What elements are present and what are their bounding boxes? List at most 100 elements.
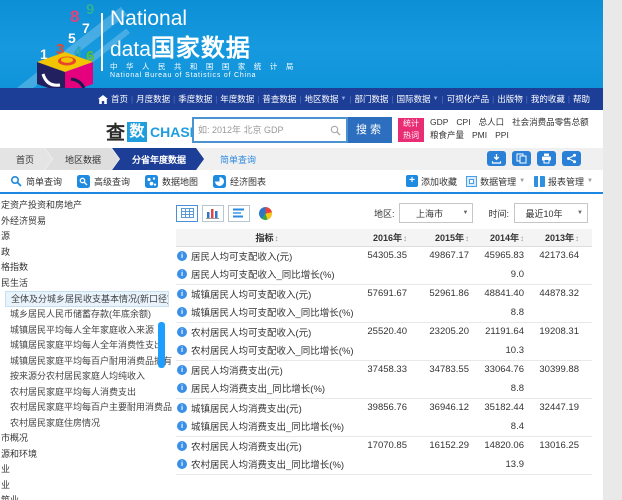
view-table-button[interactable]	[176, 205, 198, 222]
hot-word-link[interactable]: PPI	[495, 129, 509, 142]
sidebar-item[interactable]: 城乡居民人民币储蓄存款(年底余额)	[0, 307, 172, 323]
tab-search[interactable]: 简单查询	[10, 175, 62, 188]
hot-word-link[interactable]: 粮食产量	[430, 129, 464, 142]
table-row: i居民人均可支配收入(元)54305.3549867.1745965.83421…	[176, 246, 592, 265]
sidebar-item[interactable]: 民生活	[0, 276, 172, 292]
info-icon[interactable]: i	[177, 327, 187, 337]
nav-item[interactable]: 月度数据	[136, 93, 170, 105]
nav-item[interactable]: 季度数据	[178, 93, 212, 105]
value-cell	[358, 265, 420, 284]
nav-item[interactable]: 可视化产品	[447, 93, 490, 105]
data-manage-menu[interactable]: 数据管理 ▼	[466, 175, 525, 188]
report-manage-menu[interactable]: 报表管理 ▼	[534, 175, 593, 188]
copy-button[interactable]	[512, 151, 531, 166]
breadcrumb-item[interactable]: 简单查询	[204, 148, 272, 170]
sidebar-item[interactable]: 源和环境	[0, 447, 172, 463]
nav-item[interactable]: 年度数据	[220, 93, 254, 105]
nav-item[interactable]: 出版物	[497, 93, 523, 105]
search-button[interactable]: 搜索	[348, 117, 392, 143]
info-icon[interactable]: i	[177, 345, 187, 355]
indicator: i城镇居民人均可支配收入_同比增长(%)	[176, 305, 358, 319]
sidebar-item[interactable]: 城镇居民家庭平均每人全年消费性支出	[0, 338, 172, 354]
sidebar-item[interactable]: 农村居民家庭平均每百户主要耐用消费品拥有量	[0, 400, 172, 416]
breadcrumb-item[interactable]: 分省年度数据	[112, 148, 204, 170]
sidebar-item[interactable]: 源	[0, 229, 172, 245]
column-header-indicator[interactable]: 指标↕	[176, 229, 358, 246]
indicator-label: 城镇居民人均可支配收入(元)	[191, 287, 311, 301]
column-header-year[interactable]: 2014年↕	[482, 229, 537, 246]
value-cell: 52961.86	[420, 284, 482, 303]
tab-econ-chart[interactable]: 经济图表	[213, 175, 266, 188]
nav-item[interactable]: 我的收藏	[531, 93, 565, 105]
value-cell	[358, 379, 420, 398]
tab-advanced-search[interactable]: 高级查询	[77, 175, 130, 188]
sidebar-item[interactable]: 市概况	[0, 431, 172, 447]
sidebar-item[interactable]: 业	[0, 462, 172, 478]
sidebar-item[interactable]: 按来源分农村居民家庭人均纯收入	[0, 369, 172, 385]
view-pie-chart-button[interactable]	[254, 205, 276, 222]
hot-word-link[interactable]: PMI	[472, 129, 487, 142]
print-button[interactable]	[537, 151, 556, 166]
column-header-year[interactable]: 2015年↕	[420, 229, 482, 246]
download-icon	[491, 153, 502, 164]
search-icon[interactable]	[330, 125, 341, 136]
column-header-year[interactable]: 2016年↕	[358, 229, 420, 246]
hot-word-link[interactable]: 总人口	[479, 116, 505, 129]
download-button[interactable]	[487, 151, 506, 166]
sidebar-item[interactable]: 格指数	[0, 260, 172, 276]
sidebar-item[interactable]: 外经济贸易	[0, 214, 172, 230]
main-navigation: 首页 |月度数据|季度数据|年度数据|普查数据|地区数据▼|部门数据|国际数据▼…	[0, 88, 603, 110]
add-favorite-label: 添加收藏	[421, 175, 457, 188]
view-hbar-chart-button[interactable]	[228, 205, 250, 222]
column-header-year[interactable]: 2013年↕	[537, 229, 592, 246]
region-select[interactable]: 上海市 ▼	[399, 203, 473, 223]
sidebar-item[interactable]: 政	[0, 245, 172, 261]
info-icon[interactable]: i	[177, 421, 187, 431]
breadcrumb-item[interactable]: 首页	[0, 148, 52, 170]
logo-divider	[101, 13, 103, 71]
sidebar-item[interactable]: 农村居民家庭住房情况	[0, 416, 172, 432]
sidebar-item[interactable]: 城镇居民平均每人全年家庭收入来源	[0, 323, 172, 339]
bar-chart-icon	[206, 208, 220, 219]
value-cell: 25520.40	[358, 322, 420, 341]
info-icon[interactable]: i	[177, 251, 187, 261]
sidebar-scrollbar-thumb[interactable]	[158, 322, 165, 368]
info-icon[interactable]: i	[177, 383, 187, 393]
sidebar-item[interactable]: 全体及分城乡居民收支基本情况(新口径)	[5, 291, 169, 307]
share-button[interactable]	[562, 151, 581, 166]
nav-item[interactable]: 地区数据▼	[304, 93, 346, 105]
nav-item[interactable]: 普查数据	[262, 93, 296, 105]
sidebar-item[interactable]: 业	[0, 478, 172, 494]
info-icon[interactable]: i	[177, 459, 187, 469]
info-icon[interactable]: i	[177, 269, 187, 279]
nav-item-label: 我的收藏	[531, 93, 565, 105]
search-input[interactable]	[194, 125, 330, 135]
value-cell	[537, 265, 592, 284]
hot-word-link[interactable]: GDP	[430, 116, 448, 129]
info-icon[interactable]: i	[177, 365, 187, 375]
nav-item[interactable]: 部门数据	[355, 93, 389, 105]
nav-item-home[interactable]: 首页	[98, 93, 128, 105]
indicator-label: 居民人均可支配收入(元)	[191, 249, 292, 263]
info-icon[interactable]: i	[177, 441, 187, 451]
tab-data-map[interactable]: 数据地图	[145, 175, 198, 188]
table-row: i城镇居民人均可支配收入_同比增长(%)8.8	[176, 303, 592, 322]
nav-item[interactable]: 国际数据▼	[397, 93, 439, 105]
sidebar-item[interactable]: 农村居民家庭平均每人消费支出	[0, 385, 172, 401]
info-icon[interactable]: i	[177, 307, 187, 317]
breadcrumb-item[interactable]: 地区数据	[45, 148, 119, 170]
hot-word-link[interactable]: 社会消费品零售总额	[512, 116, 589, 129]
view-bar-chart-button[interactable]	[202, 205, 224, 222]
sidebar-item[interactable]: 定资产投资和房地产	[0, 198, 172, 214]
econ-chart-icon	[213, 175, 226, 188]
hot-word-link[interactable]: CPI	[456, 116, 470, 129]
nav-item[interactable]: 帮助	[573, 93, 590, 105]
sidebar-item[interactable]: 筑业	[0, 493, 172, 500]
value-cell: 21191.64	[482, 322, 537, 341]
sidebar-item[interactable]: 城镇居民家庭平均每百户耐用消费品拥有量	[0, 354, 172, 370]
info-icon[interactable]: i	[177, 403, 187, 413]
info-icon[interactable]: i	[177, 289, 187, 299]
add-favorite-button[interactable]: + 添加收藏	[406, 175, 457, 188]
time-select[interactable]: 最近10年 ▼	[514, 203, 588, 223]
column-label: 指标	[255, 233, 273, 243]
